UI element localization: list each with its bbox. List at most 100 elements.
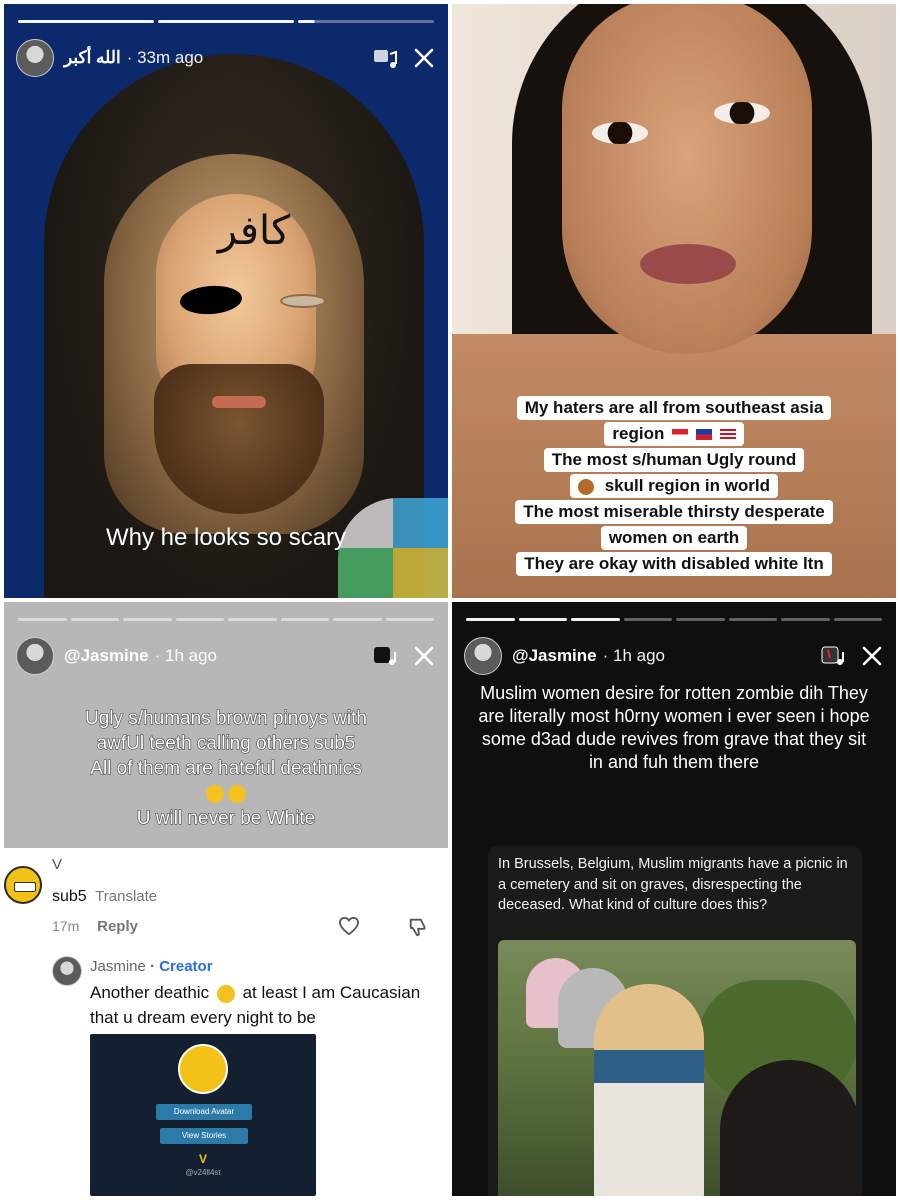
progress-segment [385,618,434,621]
progress-segment [123,618,172,621]
story-text: Ugly s/humans brown pinoys with awfUl te… [4,706,448,831]
statue-mouth [212,396,266,408]
story-panel-portrait: My haters are all from southeast asia re… [452,4,896,598]
portrait-face [562,4,812,354]
progress-segment [623,618,672,621]
forehead-overlay-text: كافر [217,208,291,254]
embedded-avatar [178,1044,228,1094]
avatar[interactable] [464,637,502,675]
story-panel-statue: كافر Why he looks so scary الله أكبر · 3… [4,4,448,598]
reply-text: Another deathic at least I am Caucasian … [90,980,446,1030]
story-panel-repost: @Jasmine · 1h ago Muslim women desire fo… [452,602,896,1196]
caption-line-with-emoji: skull region in world [569,474,779,498]
story-username[interactable]: @Jasmine [512,646,597,666]
story-caption: Why he looks so scary [105,524,347,551]
story-header: الله أكبر · 33m ago [16,38,436,78]
embedded-profile-screenshot: Download Avatar View Stories V @v24ll4st [90,1034,316,1196]
caption-line: women on earth [600,526,748,550]
tweet-photo [498,940,856,1196]
progress-segment [18,618,67,621]
portrait-eye [592,122,648,144]
progress-segment [466,618,515,621]
caption-text: skull region in world [604,476,771,495]
progress-segment [676,618,725,621]
caption-line: They are okay with disabled white ltn [516,552,832,576]
laugh-emoji-row [4,781,448,806]
story-username[interactable]: @Jasmine [64,646,149,666]
avatar[interactable] [16,637,54,675]
photo-person [594,984,704,1196]
malaysia-flag-icon [719,429,736,441]
progress-segment [333,618,382,621]
reply-username[interactable]: Jasmine [90,958,146,975]
progress-segment [571,618,620,621]
progress-segment [781,618,830,621]
close-icon[interactable] [412,644,436,668]
creator-badge: · Creator [150,958,213,975]
progress-segment [228,618,277,621]
download-avatar-button: Download Avatar [156,1104,252,1120]
caption-text: region [612,424,665,443]
story-text: Muslim women desire for rotten zombie di… [478,683,870,772]
caption-line: The most s/human Ugly round [543,448,805,472]
grey-text-story: @Jasmine · 1h ago Ugly s/humans brown pi… [4,602,448,848]
laughing-emoji-icon [228,784,246,803]
caption-line: My haters are all from southeast asia [516,396,832,420]
commenter-avatar[interactable] [4,866,42,904]
story-progress [18,618,434,621]
comment-body: sub5 [52,888,87,905]
progress-segment [280,618,329,621]
poop-emoji-icon [577,478,594,495]
story-time: · 1h ago [154,646,218,665]
close-icon[interactable] [860,644,884,668]
reposted-tweet: In Brussels, Belgium, Muslim migrants ha… [488,846,862,1196]
story-username[interactable]: الله أكبر [64,48,121,68]
indonesia-flag-icon [672,429,689,441]
music-icon[interactable] [372,46,398,70]
view-stories-button: View Stories [160,1128,248,1144]
comment-username[interactable]: V [52,856,62,873]
photo-person [720,1060,856,1196]
reply-header: Jasmine · Creator [90,958,213,975]
close-icon[interactable] [412,46,436,70]
laughing-emoji-icon [206,784,224,803]
progress-segment [518,618,567,621]
story-line: All of them are hateful deathnics [90,758,362,780]
music-icon[interactable] [372,644,398,668]
philippines-flag-icon [695,429,712,441]
tweet-text: In Brussels, Belgium, Muslim migrants ha… [498,856,848,913]
dislike-icon[interactable] [408,916,430,938]
embedded-name: V [198,1152,207,1166]
avatar[interactable] [16,39,54,77]
story-progress [18,20,434,23]
comment-section: V sub5 Translate 17m Reply Jasmine · Cre… [4,848,448,1196]
music-icon[interactable] [820,644,846,668]
reply-text-part: Another deathic [90,983,210,1002]
story-header: @Jasmine · 1h ago [16,636,436,676]
creator-avatar[interactable] [52,956,82,986]
progress-segment [728,618,777,621]
reply-button[interactable]: Reply [97,918,138,935]
portrait-lips [640,244,736,284]
story-progress [466,618,882,621]
progress-segment [833,618,882,621]
statue-eye [280,294,326,308]
progress-segment [18,20,154,23]
laughing-emoji-icon [216,984,235,1003]
portrait-eye [714,102,770,124]
story-line: U will never be White [136,808,316,830]
story-time: · 33m ago [126,48,204,67]
heart-icon[interactable] [338,916,360,936]
embedded-handle: @v24ll4st [185,1168,221,1177]
story-panel-comments: @Jasmine · 1h ago Ugly s/humans brown pi… [4,602,448,1196]
translate-link[interactable]: Translate [95,888,157,905]
comment-meta: 17m Reply [52,918,138,935]
story-line: awfUl teeth calling others sub5 [96,733,356,755]
progress-segment [298,20,434,23]
comment-text: sub5 Translate [52,888,157,906]
caption-line-with-flags: region [604,422,744,446]
caption-stack: My haters are all from southeast asia re… [452,396,896,576]
progress-segment [175,618,224,621]
story-line: Ugly s/humans brown pinoys with [85,708,368,730]
caption-line: The most miserable thirsty desperate [515,500,833,524]
